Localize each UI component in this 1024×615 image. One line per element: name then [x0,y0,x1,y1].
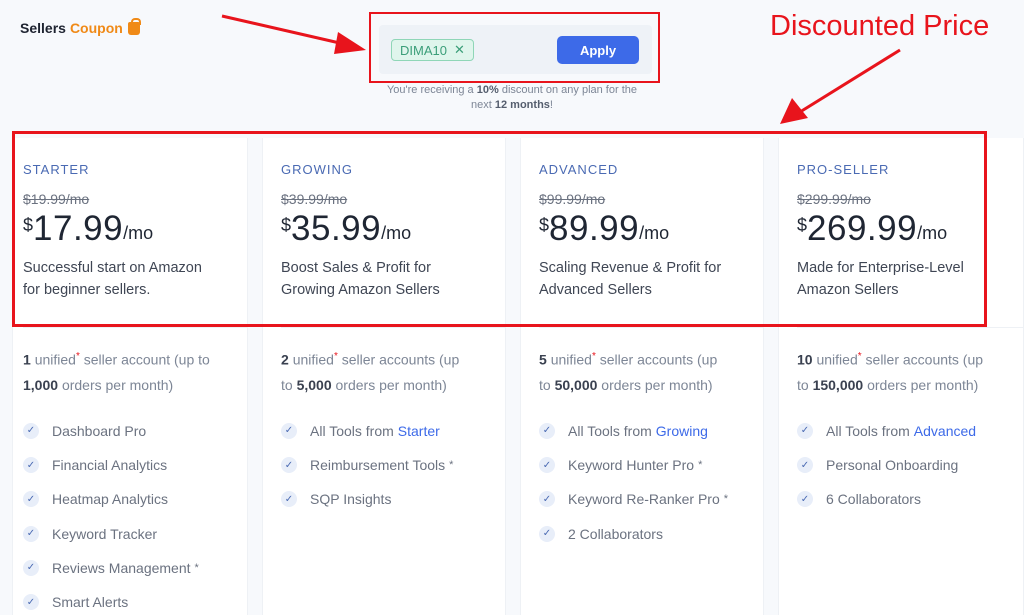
feature-list: ✓ All Tools from Growing ✓ Keyword Hunter P… [539,414,763,551]
plan-name: ADVANCED [539,162,619,177]
plan-link[interactable]: Growing [656,423,708,439]
plan-card-growing: GROWING $39.99/mo $ 35.99 /mo Boost Sale… [262,138,506,615]
check-icon: ✓ [23,525,39,542]
divider [23,327,247,328]
feature-list: ✓ Dashboard Pro ✓ Financial Analytics ✓ Hea… [23,414,247,615]
feature-item: ✓ Reviews Management * [23,551,247,585]
plan-name: GROWING [281,162,353,177]
check-icon: ✓ [539,422,555,439]
arrow-to-prices [780,48,901,124]
discounted-price: $ 89.99 /mo [539,209,670,248]
feature-item: ✓ Financial Analytics [23,448,247,482]
divider [281,327,505,328]
arrow-to-coupon [221,14,366,54]
old-price: $299.99/mo [797,191,871,207]
feature-item: ✓ All Tools from Advanced [797,414,1023,448]
feature-item: ✓ SQP Insights [281,482,505,516]
feature-item: ✓ Reimbursement Tools * [281,448,505,482]
plan-accounts: 10 unified* seller accounts (up to 150,0… [797,351,984,393]
plan-accounts: 1 unified* seller account (up to 1,000 o… [23,351,210,393]
discount-message: You're receiving a 10% discount on any p… [386,84,637,111]
check-icon: ✓ [23,559,39,576]
old-price: $39.99/mo [281,191,348,207]
feature-item: ✓ Personal Onboarding [797,448,1023,482]
plan-accounts: 5 unified* seller accounts (up to 50,000… [539,351,718,393]
plan-tagline: Boost Sales & Profit for Growing Amazon … [281,260,440,298]
feature-item: ✓ All Tools from Starter [281,414,505,448]
divider [539,327,763,328]
coupon-form: DIMA10 ✕ Apply [379,25,652,74]
plan-card-pro-seller: PRO-SELLER $299.99/mo $ 269.99 /mo Made … [778,138,1024,615]
feature-item: ✓ 6 Collaborators [797,482,1023,516]
feature-item: ✓ 2 Collaborators [539,517,763,551]
plan-card-advanced: ADVANCED $99.99/mo $ 89.99 /mo Scaling R… [520,138,764,615]
remove-coupon-icon[interactable]: ✕ [454,42,465,58]
plan-tagline: Scaling Revenue & Profit for Advanced Se… [539,260,722,298]
divider [797,327,1023,328]
check-icon: ✓ [797,422,813,439]
check-icon: ✓ [23,491,39,508]
feature-item: ✓ Keyword Re-Ranker Pro * [539,482,763,516]
coupon-code: DIMA10 [400,42,447,58]
check-icon: ✓ [23,457,39,474]
coupon-highlight-box: DIMA10 ✕ Apply [369,12,660,83]
check-icon: ✓ [281,422,297,439]
feature-item: ✓ Keyword Tracker [23,517,247,551]
check-icon: ✓ [797,457,813,474]
plan-name: STARTER [23,162,90,177]
check-icon: ✓ [539,457,555,474]
feature-item: ✓ Dashboard Pro [23,414,247,448]
plan-link[interactable]: Advanced [914,423,976,439]
discounted-price: $ 17.99 /mo [23,209,154,248]
check-icon: ✓ [23,422,39,439]
check-icon: ✓ [23,594,39,611]
feature-item: ✓ All Tools from Growing [539,414,763,448]
plan-tagline: Made for Enterprise-Level Amazon Sellers [797,260,964,298]
check-icon: ✓ [281,457,297,474]
check-icon: ✓ [281,491,297,508]
apply-button[interactable]: Apply [557,36,639,64]
discounted-price: $ 35.99 /mo [281,209,412,248]
old-price: $99.99/mo [539,191,606,207]
check-icon: ✓ [539,525,555,542]
plan-tagline: Successful start on Amazon for beginner … [23,260,202,298]
feature-item: ✓ Keyword Hunter Pro * [539,448,763,482]
discounted-price: $ 269.99 /mo [797,209,948,248]
coupon-code-chip[interactable]: DIMA10 ✕ [391,39,474,61]
plan-name: PRO-SELLER [797,162,890,177]
feature-item: ✓ Heatmap Analytics [23,482,247,516]
check-icon: ✓ [797,491,813,508]
feature-item: ✓ Smart Alerts [23,585,247,615]
feature-list: ✓ All Tools from Advanced ✓ Personal Onboar… [797,414,1023,517]
plan-link[interactable]: Starter [398,423,440,439]
old-price: $19.99/mo [23,191,90,207]
plan-accounts: 2 unified* seller accounts (up to 5,000 … [281,351,460,393]
plan-card-starter: STARTER $19.99/mo $ 17.99 /mo Successful… [12,138,248,615]
check-icon: ✓ [539,491,555,508]
feature-list: ✓ All Tools from Starter ✓ Reimbursement To… [281,414,505,517]
